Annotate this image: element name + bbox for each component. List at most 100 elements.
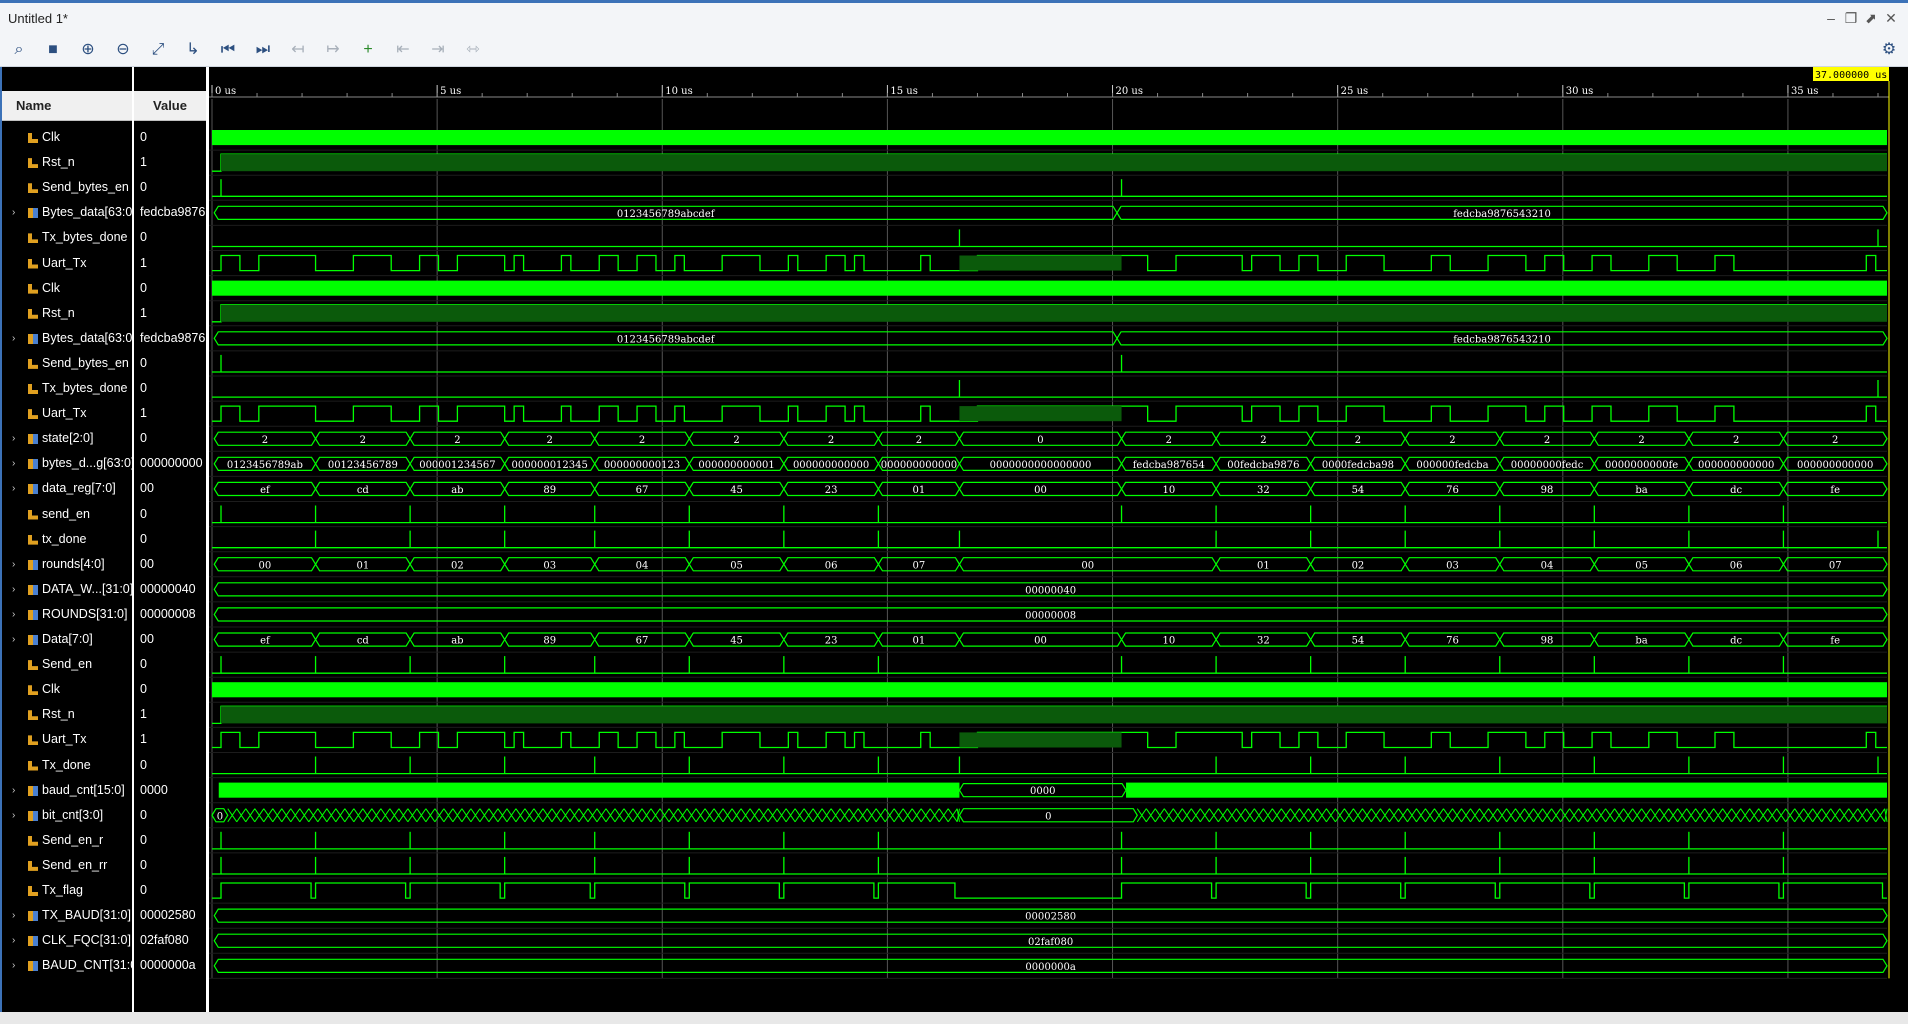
go-to-start-icon[interactable]: ⏮ [217,39,239,61]
bus-value-label: 89 [543,485,556,496]
close-icon[interactable]: ✕ [1882,10,1900,27]
next-transition-icon[interactable]: ↦ [322,39,344,61]
signal-row[interactable]: › state[2:0] [2,426,132,451]
maximize-icon[interactable]: ⬈ [1862,10,1880,27]
signal-row[interactable]: › BAUD_CNT[31:0] [2,953,132,978]
go-to-end-icon[interactable]: ⏭ [252,39,274,61]
expand-chevron-icon[interactable]: › [12,451,15,476]
expand-chevron-icon[interactable]: › [12,903,15,928]
signal-name: data_reg[7:0] [42,481,116,496]
signal-row[interactable]: Uart_Tx [2,727,132,752]
zoom-in-icon[interactable]: ⊕ [77,39,99,61]
signal-name: ROUNDS[31:0] [42,606,128,621]
restore-icon[interactable]: ❐ [1842,10,1860,27]
waveform-panel[interactable]: 0 us 5 us 10 us 15 us 20 us 25 us 30 us 35 us 37… [209,67,1908,1024]
signal-row[interactable]: tx_done [2,527,132,552]
clock-waveform [212,682,1887,698]
bus-value-label: 2 [1355,435,1361,446]
signal-row[interactable]: Rst_n [2,150,132,175]
bus-signal-icon [28,333,38,344]
minimize-icon[interactable]: – [1822,10,1840,26]
signal-row[interactable]: Tx_bytes_done [2,376,132,401]
signal-row[interactable]: › ROUNDS[31:0] [2,602,132,627]
bus-value-label: 000000000000 [1797,460,1873,471]
waveform-canvas[interactable]: 0 us 5 us 10 us 15 us 20 us 25 us 30 us 35 us 37… [209,67,1908,1024]
save-icon[interactable]: ■ [42,39,64,61]
signal-name: DATA_W...[31:0] [42,581,132,596]
signal-row[interactable]: › bytes_d...g[63:0] [2,451,132,476]
expand-chevron-icon[interactable]: › [12,627,15,652]
signal-row[interactable]: Tx_flag [2,878,132,903]
signal-row[interactable]: › rounds[4:0] [2,552,132,577]
expand-chevron-icon[interactable]: › [12,552,15,577]
signal-row[interactable]: Tx_bytes_done [2,225,132,250]
signal-row[interactable]: Rst_n [2,301,132,326]
expand-chevron-icon[interactable]: › [12,200,15,225]
settings-icon[interactable]: ⚙ [1878,39,1900,61]
add-marker-icon[interactable]: + [357,39,379,61]
expand-chevron-icon[interactable]: › [12,476,15,501]
signal-name: Tx_done [42,757,91,772]
bus-value-label: 2 [1638,435,1644,446]
expand-chevron-icon[interactable]: › [12,426,15,451]
signal-row[interactable]: › Bytes_data[63:0] [2,326,132,351]
signal-row[interactable]: Send_en [2,652,132,677]
bus-value-label: 45 [730,636,743,647]
signal-name: CLK_FQC[31:0] [42,933,131,948]
expand-chevron-icon[interactable]: › [12,577,15,602]
signal-row[interactable]: Send_bytes_en [2,175,132,200]
next-marker-icon[interactable]: ⇥ [427,39,449,61]
name-column-header[interactable]: Name [2,91,132,121]
go-to-cursor-icon[interactable]: ↳ [182,39,204,61]
signal-name: TX_BAUD[31:0] [42,908,131,923]
expand-chevron-icon[interactable]: › [12,778,15,803]
signal-row[interactable]: Clk [2,677,132,702]
swap-cursors-icon[interactable]: ⇿ [462,39,484,61]
bus-value-label: 000001234567 [419,460,495,471]
signal-row[interactable]: › bit_cnt[3:0] [2,803,132,828]
zoom-out-icon[interactable]: ⊖ [112,39,134,61]
signal-row[interactable]: › Bytes_data[63:0] [2,200,132,225]
search-icon[interactable]: ⌕ [8,39,30,61]
signal-row[interactable]: › baud_cnt[15:0] [2,778,132,803]
previous-transition-icon[interactable]: ↤ [287,39,309,61]
signal-row[interactable]: Send_bytes_en [2,351,132,376]
signal-name: Bytes_data[63:0] [42,330,132,345]
signal-row[interactable]: › data_reg[7:0] [2,476,132,501]
signal-value: 00002580 [140,908,196,923]
bus-value-label: 98 [1541,485,1554,496]
expand-chevron-icon[interactable]: › [12,928,15,953]
signal-row[interactable]: › TX_BAUD[31:0] [2,903,132,928]
signal-row[interactable]: › Data[7:0] [2,627,132,652]
previous-marker-icon[interactable]: ⇤ [392,39,414,61]
bus-value-label: 000000000123 [604,460,680,471]
zoom-fit-icon[interactable]: ⤢ [147,39,169,61]
bus-value-label: 05 [730,560,743,571]
bus-value-label: 2 [262,435,268,446]
signal-value: 1 [140,406,147,421]
signal-row[interactable]: Tx_done [2,753,132,778]
value-column-header[interactable]: Value [134,91,206,121]
signal-value: 00000040 [140,581,196,596]
signal-row[interactable]: Rst_n [2,702,132,727]
expand-chevron-icon[interactable]: › [12,803,15,828]
bus-value-label: 00 [1081,560,1094,571]
expand-chevron-icon[interactable]: › [12,953,15,978]
signal-row[interactable]: Clk [2,125,132,150]
signal-row[interactable]: Clk [2,276,132,301]
signal-row[interactable]: Send_en_rr [2,853,132,878]
signal-row[interactable]: › CLK_FQC[31:0] [2,928,132,953]
horizontal-scrollbar[interactable] [0,1012,1908,1024]
signal-row[interactable]: Uart_Tx [2,401,132,426]
signal-row[interactable]: Uart_Tx [2,251,132,276]
signal-row[interactable]: › DATA_W...[31:0] [2,577,132,602]
signal-name: Send_bytes_en [42,355,129,370]
bus-value-label: 23 [825,485,838,496]
expand-chevron-icon[interactable]: › [12,326,15,351]
signal-name-column: Name Clk Rst_n Send_bytes_en › Bytes_data[63… [0,67,132,1024]
signal-row[interactable]: send_en [2,502,132,527]
bus-value-label: cd [357,636,370,647]
expand-chevron-icon[interactable]: › [12,602,15,627]
bus-value-label: 0123456789ab [227,460,303,471]
signal-row[interactable]: Send_en_r [2,828,132,853]
